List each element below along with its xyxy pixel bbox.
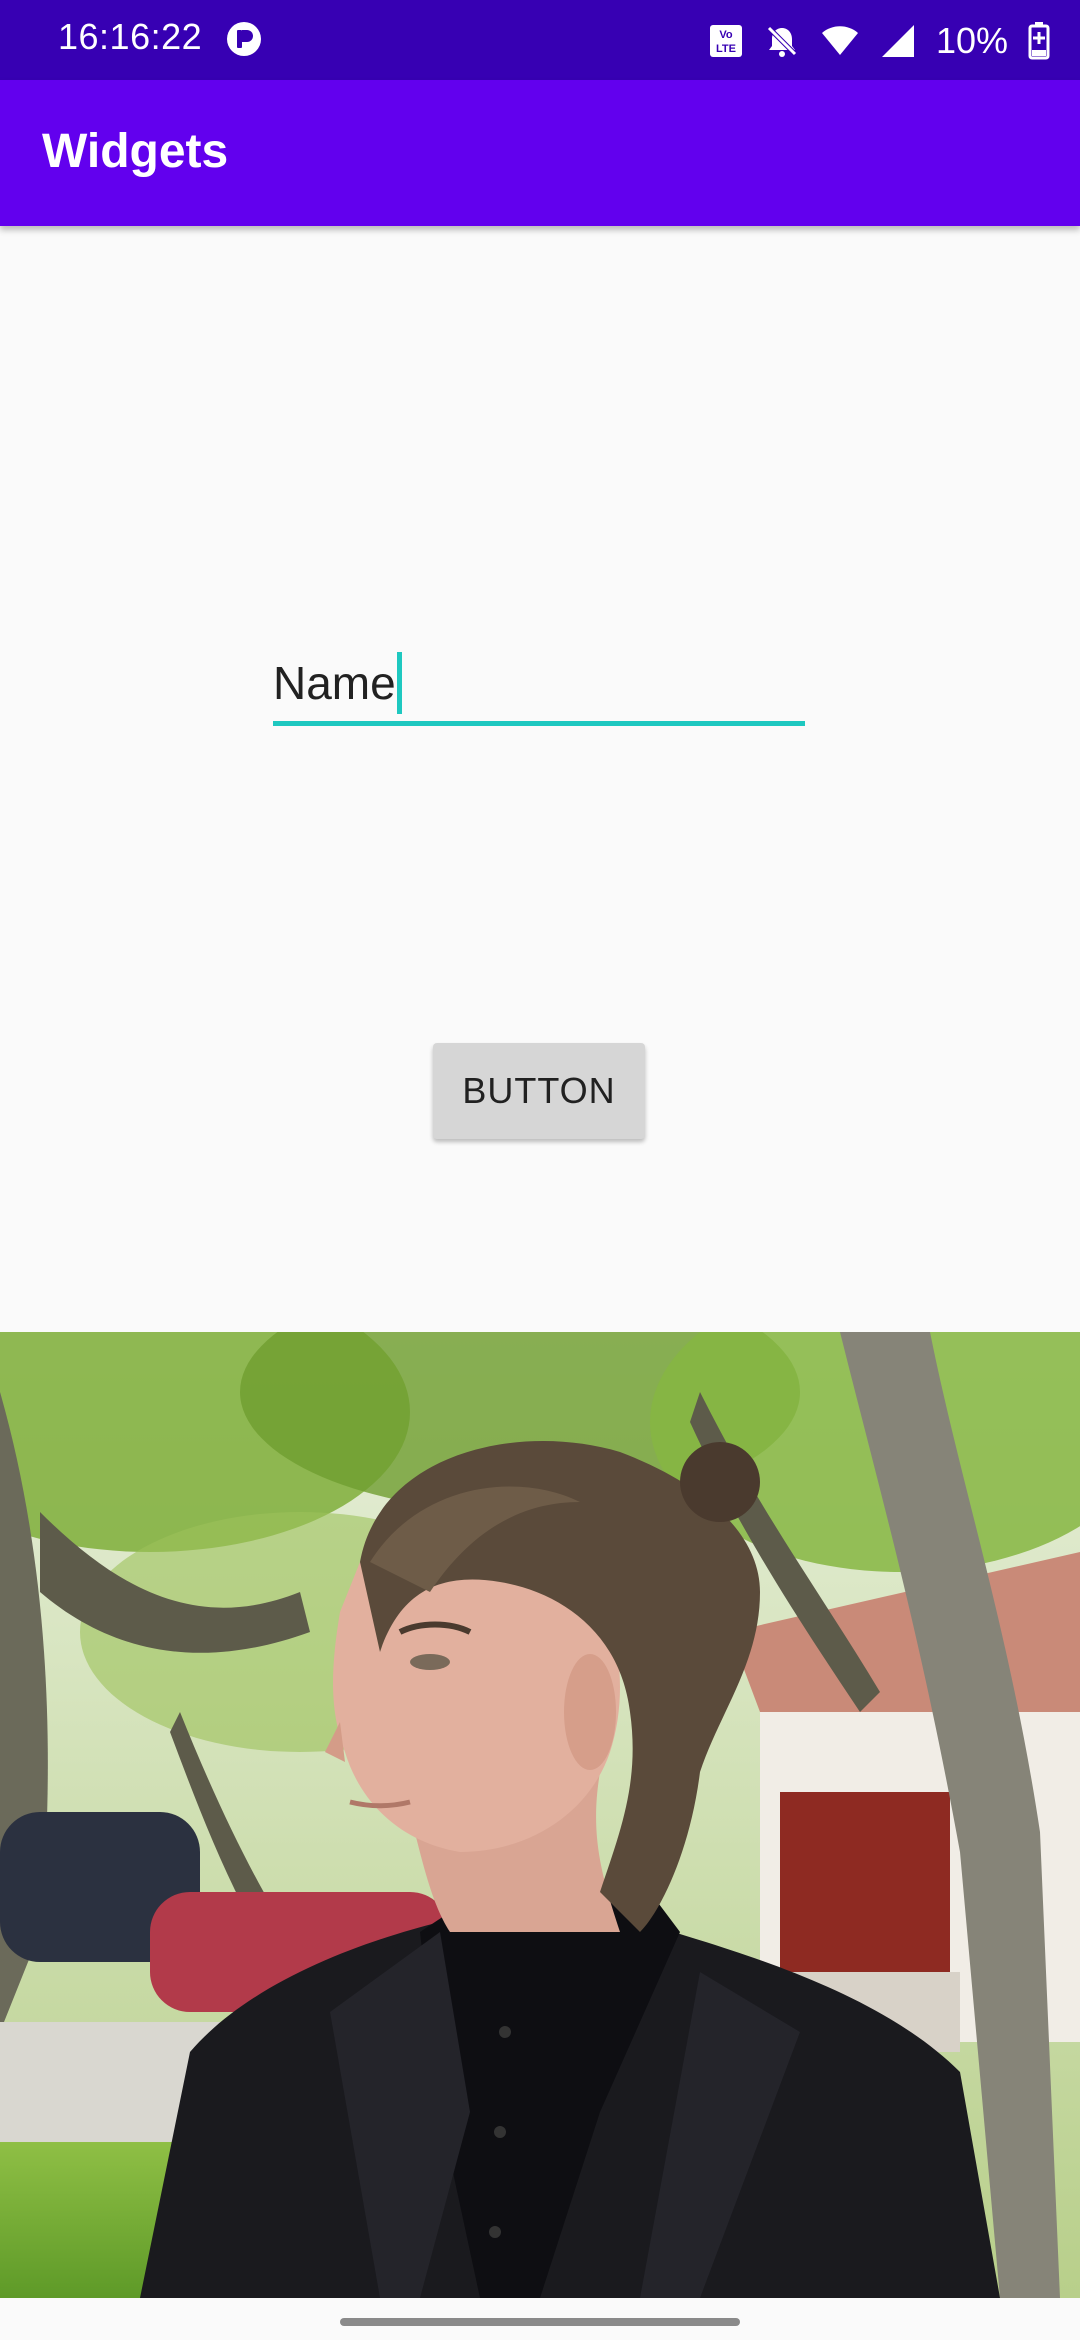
portrait-photo: [0, 1332, 1080, 2298]
app-bar: Widgets: [0, 80, 1080, 226]
portrait-photo-image: [0, 1332, 1080, 2298]
status-icons: Vo LTE 10%: [708, 16, 1050, 66]
volte-label: Vo: [719, 29, 733, 41]
bell-off-icon: [767, 26, 797, 57]
app-title: Widgets: [42, 125, 229, 178]
name-input[interactable]: Name: [273, 640, 805, 726]
name-input-underline: [273, 721, 805, 726]
status-bar: 16:16:22 Vo LTE 10%: [0, 0, 1080, 80]
cell-signal-icon: [881, 25, 914, 57]
svg-text:LTE: LTE: [716, 43, 736, 55]
battery-charging-icon: [1028, 22, 1050, 60]
main-button[interactable]: BUTTON: [433, 1043, 645, 1139]
battery-percent: 10%: [935, 20, 1008, 61]
navigation-bar: [0, 2298, 1080, 2340]
home-indicator[interactable]: [340, 2318, 740, 2326]
volte-icon: Vo LTE: [709, 25, 742, 57]
text-cursor: [396, 652, 402, 714]
status-time: 16:16:22: [58, 16, 203, 57]
name-input-value[interactable]: Name: [273, 656, 396, 710]
app-notification-icon: [227, 22, 261, 56]
wifi-icon: [821, 26, 858, 55]
